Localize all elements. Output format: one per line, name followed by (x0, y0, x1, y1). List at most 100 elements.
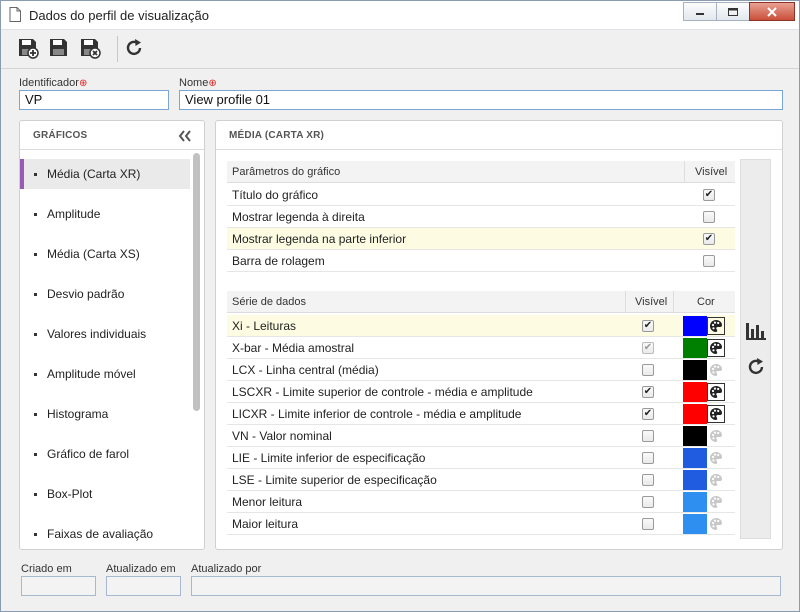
visible-checkbox[interactable]: ✔ (703, 189, 715, 201)
series-row[interactable]: LSCXR - Limite superior de controle - mé… (227, 381, 735, 403)
maximize-button[interactable] (716, 2, 750, 21)
created-field (21, 576, 96, 596)
params-row[interactable]: Mostrar legenda na parte inferior ✔ (227, 228, 735, 250)
series-row[interactable]: X-bar - Média amostral ✔ (227, 337, 735, 359)
nav-item-label: Box-Plot (47, 487, 93, 501)
bar-chart-icon[interactable] (745, 321, 767, 341)
identifier-input[interactable]: VP (19, 90, 169, 110)
color-swatch[interactable] (683, 448, 707, 468)
nav-item-label: Média (Carta XR) (47, 167, 141, 181)
reset-icon[interactable] (745, 356, 767, 378)
nav-item[interactable]: Amplitude (20, 199, 190, 229)
nav-item[interactable]: Gráfico de farol (20, 439, 190, 469)
col-divider (625, 291, 626, 313)
params-visible-col-header: Visível (695, 166, 728, 178)
series-row-label: LSE - Limite superior de especificação (232, 473, 437, 487)
visible-checkbox[interactable] (642, 430, 654, 442)
visible-checkbox[interactable] (642, 452, 654, 464)
nav-item[interactable]: Média (Carta XR) (20, 159, 190, 189)
updated-field (106, 576, 181, 596)
nav-item[interactable]: Histograma (20, 399, 190, 429)
series-row-label: VN - Valor nominal (232, 429, 332, 443)
series-table-header: Série de dados Visível Cor (227, 291, 735, 313)
visible-checkbox[interactable] (703, 211, 715, 223)
col-divider (684, 161, 685, 183)
maximize-icon (728, 7, 738, 16)
series-row[interactable]: LICXR - Limite inferior de controle - mé… (227, 403, 735, 425)
palette-icon[interactable] (707, 383, 725, 401)
nav-item-label: Média (Carta XS) (47, 247, 140, 261)
required-icon: ⊕ (208, 78, 217, 89)
color-swatch[interactable] (683, 514, 707, 534)
series-row[interactable]: Xi - Leituras ✔ (227, 315, 735, 337)
params-row[interactable]: Mostrar legenda à direita (227, 206, 735, 228)
minimize-button[interactable] (683, 2, 717, 21)
color-swatch[interactable] (683, 404, 707, 424)
visible-checkbox[interactable] (642, 364, 654, 376)
palette-icon[interactable] (707, 405, 725, 423)
nav-item[interactable]: Faixas de avaliação (20, 519, 190, 549)
palette-icon[interactable] (707, 493, 725, 511)
params-col-header: Parâmetros do gráfico (232, 166, 341, 178)
palette-icon[interactable] (707, 515, 725, 533)
nav-item[interactable]: Valores individuais (20, 319, 190, 349)
series-row[interactable]: LSE - Limite superior de especificação (227, 469, 735, 491)
charts-panel: GRÁFICOS Média (Carta XR) Amplitude Média … (19, 120, 205, 550)
color-swatch[interactable] (683, 470, 707, 490)
color-swatch[interactable] (683, 360, 707, 380)
color-swatch[interactable] (683, 316, 707, 336)
series-row[interactable]: Menor leitura (227, 491, 735, 513)
nav-item[interactable]: Média (Carta XS) (20, 239, 190, 269)
nav-item[interactable]: Desvio padrão (20, 279, 190, 309)
series-row[interactable]: LIE - Limite inferior de especificação (227, 447, 735, 469)
params-row[interactable]: Título do gráfico ✔ (227, 184, 735, 206)
col-divider (673, 291, 674, 313)
series-row-label: Xi - Leituras (232, 319, 297, 333)
visible-checkbox[interactable]: ✔ (642, 320, 654, 332)
nav-item[interactable]: Box-Plot (20, 479, 190, 509)
toolbar-separator (117, 36, 118, 62)
visible-checkbox[interactable]: ✔ (642, 386, 654, 398)
save-close-button[interactable] (77, 35, 103, 61)
close-button[interactable] (749, 2, 795, 21)
charts-panel-title: GRÁFICOS (20, 121, 204, 150)
params-row[interactable]: Barra de rolagem (227, 250, 735, 272)
visible-checkbox[interactable]: ✔ (703, 233, 715, 245)
visible-checkbox[interactable]: ✔ (642, 408, 654, 420)
double-chevron-left-icon[interactable] (178, 130, 192, 142)
palette-icon[interactable] (707, 361, 725, 379)
palette-icon[interactable] (707, 317, 725, 335)
color-swatch[interactable] (683, 492, 707, 512)
visible-checkbox[interactable]: ✔ (642, 342, 654, 354)
nav-item[interactable]: Amplitude móvel (20, 359, 190, 389)
series-color-col-header: Cor (697, 296, 715, 308)
save-new-button[interactable] (15, 35, 41, 61)
save-button[interactable] (46, 35, 72, 61)
params-row-label: Mostrar legenda na parte inferior (232, 232, 407, 246)
nav-item-label: Amplitude (47, 207, 101, 221)
palette-icon[interactable] (707, 449, 725, 467)
palette-icon[interactable] (707, 339, 725, 357)
color-swatch[interactable] (683, 426, 707, 446)
updated-by-label: Atualizado por (191, 563, 262, 575)
bullet-icon (34, 452, 37, 456)
series-row[interactable]: VN - Valor nominal (227, 425, 735, 447)
color-swatch[interactable] (683, 338, 707, 358)
visible-checkbox[interactable] (642, 518, 654, 530)
bullet-icon (34, 372, 37, 376)
palette-icon[interactable] (707, 427, 725, 445)
visible-checkbox[interactable] (703, 255, 715, 267)
visible-checkbox[interactable] (642, 474, 654, 486)
nav-scrollbar[interactable] (193, 153, 200, 411)
bullet-icon (34, 172, 37, 176)
series-row[interactable]: LCX - Linha central (média) (227, 359, 735, 381)
identifier-label: Identificador⊕ (19, 77, 87, 89)
minimize-icon (696, 12, 704, 15)
document-icon (9, 7, 21, 22)
series-row[interactable]: Maior leitura (227, 513, 735, 535)
refresh-button[interactable] (121, 35, 147, 61)
color-swatch[interactable] (683, 382, 707, 402)
name-input[interactable]: View profile 01 (179, 90, 783, 110)
visible-checkbox[interactable] (642, 496, 654, 508)
palette-icon[interactable] (707, 471, 725, 489)
